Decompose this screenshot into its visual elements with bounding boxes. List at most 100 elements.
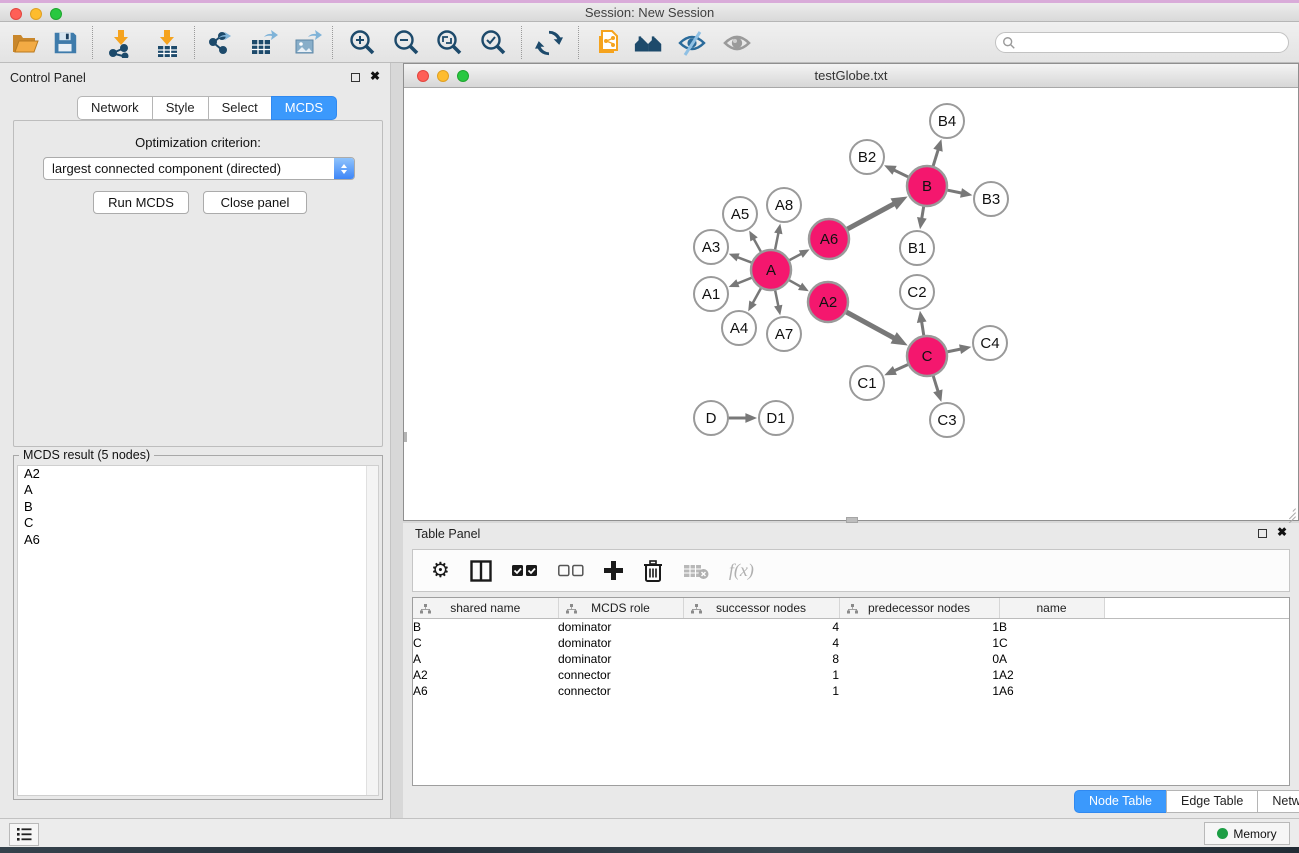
result-scrollbar[interactable]: [366, 466, 378, 795]
table-cell[interactable]: C: [413, 635, 558, 651]
column-header-predecessor-nodes[interactable]: predecessor nodes: [839, 598, 999, 619]
column-header-shared-name[interactable]: shared name: [413, 598, 558, 619]
resize-grip-icon[interactable]: [1283, 505, 1296, 518]
table-cell[interactable]: 1: [683, 683, 839, 699]
result-list-item[interactable]: A2: [18, 466, 378, 482]
table-cell[interactable]: A: [999, 651, 1104, 667]
tab-mcds[interactable]: MCDS: [271, 96, 337, 120]
table-cell[interactable]: 1: [839, 683, 999, 699]
network-window-titlebar[interactable]: testGlobe.txt: [404, 64, 1298, 88]
table-row[interactable]: Adominator80A: [413, 651, 1289, 667]
table-row[interactable]: A2connector11A2: [413, 667, 1289, 683]
table-row[interactable]: Bdominator41B: [413, 619, 1289, 636]
table-cell[interactable]: 4: [683, 635, 839, 651]
task-history-button[interactable]: [9, 823, 39, 846]
close-panel-icon[interactable]: ✖: [370, 72, 380, 81]
column-header-successor-nodes[interactable]: successor nodes: [683, 598, 839, 619]
save-session-icon[interactable]: [46, 25, 84, 60]
table-cell[interactable]: connector: [558, 667, 683, 683]
table-cell[interactable]: B: [999, 619, 1104, 636]
table-cell[interactable]: 1: [683, 667, 839, 683]
graph-node-label: B1: [908, 240, 926, 257]
unselect-all-columns-icon[interactable]: [558, 556, 584, 586]
table-cell-filler: [1104, 635, 1289, 651]
tab-select[interactable]: Select: [208, 96, 272, 120]
table-cell[interactable]: 1: [839, 619, 999, 636]
graph-node-label: B4: [938, 113, 956, 130]
table-cell[interactable]: B: [413, 619, 558, 636]
table-cell[interactable]: A6: [413, 683, 558, 699]
column-header-mcds-role[interactable]: MCDS role: [558, 598, 683, 619]
edge-arrowhead-icon: [960, 188, 972, 198]
table-cell[interactable]: A6: [999, 683, 1104, 699]
node-table: shared name MCDS role successor nodes pr…: [412, 597, 1290, 786]
export-table-icon[interactable]: [244, 25, 282, 60]
table-cell[interactable]: dominator: [558, 635, 683, 651]
tab-node-table[interactable]: Node Table: [1074, 790, 1167, 813]
table-header-row: shared name MCDS role successor nodes pr…: [413, 598, 1289, 619]
table-cell[interactable]: A2: [999, 667, 1104, 683]
duplicate-network-icon[interactable]: [590, 25, 628, 60]
table-cell[interactable]: 1: [839, 667, 999, 683]
mcds-result-list[interactable]: A2ABCA6: [17, 465, 379, 796]
graph-node-label: D: [706, 410, 717, 427]
import-table-icon[interactable]: [148, 25, 186, 60]
float-table-panel-icon[interactable]: [1258, 529, 1267, 538]
table-cell[interactable]: A2: [413, 667, 558, 683]
graph-node-label: D1: [766, 410, 785, 427]
vertical-scroll-mark[interactable]: [404, 432, 407, 442]
table-row[interactable]: Cdominator41C: [413, 635, 1289, 651]
table-cell[interactable]: dominator: [558, 619, 683, 636]
close-panel-button[interactable]: Close panel: [203, 191, 307, 214]
column-layout-icon[interactable]: [470, 556, 492, 586]
tab-style[interactable]: Style: [152, 96, 209, 120]
table-row[interactable]: A6connector11A6: [413, 683, 1289, 699]
table-cell[interactable]: 1: [839, 635, 999, 651]
network-canvas[interactable]: B4B2BB3A8A5A6A3B1AC2A1A2A4A7C4CC1DD1C3: [404, 88, 1298, 520]
zoom-selected-icon[interactable]: [474, 25, 512, 60]
result-list-item[interactable]: B: [18, 499, 378, 515]
table-cell[interactable]: C: [999, 635, 1104, 651]
tab-edge-table[interactable]: Edge Table: [1166, 790, 1258, 813]
first-neighbors-icon[interactable]: [630, 25, 668, 60]
run-mcds-button[interactable]: Run MCDS: [93, 191, 189, 214]
table-cell[interactable]: A: [413, 651, 558, 667]
close-table-panel-icon[interactable]: ✖: [1277, 528, 1287, 537]
table-cell[interactable]: 4: [683, 619, 839, 636]
tab-network-table[interactable]: Network Table: [1257, 790, 1299, 813]
graph-edge-A2-C[interactable]: [844, 311, 895, 339]
table-cell[interactable]: 0: [839, 651, 999, 667]
memory-button[interactable]: Memory: [1204, 822, 1290, 845]
zoom-out-icon[interactable]: [387, 25, 425, 60]
float-panel-icon[interactable]: [351, 73, 360, 82]
show-hidden-icon[interactable]: [718, 25, 756, 60]
import-network-icon[interactable]: [102, 25, 140, 60]
zoom-in-icon[interactable]: [343, 25, 381, 60]
zoom-fit-icon[interactable]: [430, 25, 468, 60]
select-all-columns-icon[interactable]: [512, 556, 538, 586]
table-cell[interactable]: connector: [558, 683, 683, 699]
graph-node-label: A7: [775, 326, 793, 343]
result-list-item[interactable]: A: [18, 482, 378, 498]
open-session-icon[interactable]: [6, 25, 44, 60]
export-network-icon[interactable]: [202, 25, 240, 60]
delete-column-icon[interactable]: [643, 556, 663, 586]
table-settings-icon[interactable]: ⚙: [431, 556, 450, 586]
edge-arrowhead-icon: [933, 139, 942, 152]
result-list-item[interactable]: C: [18, 515, 378, 531]
table-cell[interactable]: dominator: [558, 651, 683, 667]
graph-node-label: B3: [982, 191, 1000, 208]
add-column-icon[interactable]: [604, 556, 623, 586]
result-list-item[interactable]: A6: [18, 532, 378, 548]
criterion-select[interactable]: largest connected component (directed): [43, 157, 355, 180]
column-header-name[interactable]: name: [999, 598, 1104, 619]
graph-edge-A6-B[interactable]: [845, 204, 895, 231]
delete-table-icon[interactable]: [683, 556, 709, 586]
hide-selected-icon[interactable]: [673, 25, 711, 60]
tab-network[interactable]: Network: [77, 96, 153, 120]
search-input[interactable]: [1016, 35, 1288, 51]
function-builder-icon[interactable]: f(x): [729, 556, 754, 586]
refresh-icon[interactable]: [530, 25, 568, 60]
export-image-icon[interactable]: [288, 25, 326, 60]
table-cell[interactable]: 8: [683, 651, 839, 667]
